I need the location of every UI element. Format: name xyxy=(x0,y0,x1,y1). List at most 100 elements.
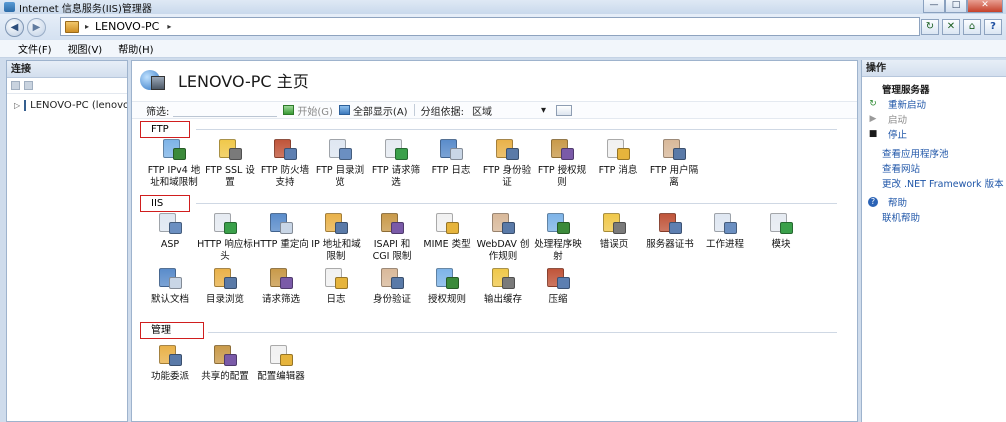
feature-delegation-icon xyxy=(157,344,183,368)
page-title: LENOVO-PC 主页 xyxy=(178,72,309,91)
feature-tile[interactable]: 授权规则 xyxy=(419,267,475,306)
section-divider xyxy=(196,203,837,204)
filter-input[interactable] xyxy=(173,103,278,117)
go-button[interactable]: 开始(G) xyxy=(283,103,333,118)
expand-icon[interactable]: ▷ xyxy=(14,101,20,110)
breadcrumb-chevron-icon[interactable]: ▸ xyxy=(167,22,171,31)
shared-configuration-icon xyxy=(212,344,238,368)
help-icon[interactable]: ? xyxy=(984,19,1002,35)
ftp-messages-icon xyxy=(605,138,631,162)
feature-tile[interactable]: 功能委派 xyxy=(142,344,198,383)
menu-file[interactable]: 文件(F) xyxy=(16,41,54,56)
feature-tile[interactable]: 请求筛选 xyxy=(253,267,309,306)
window-controls: — □ ✕ xyxy=(923,0,1003,13)
connections-header: 连接 xyxy=(7,61,127,78)
ftp-request-filtering-icon xyxy=(383,138,409,162)
feature-tile[interactable]: 处理程序映射 xyxy=(530,212,586,263)
feature-tile-label: WebDAV 创作规则 xyxy=(476,239,530,262)
minimize-button[interactable]: — xyxy=(923,0,945,13)
section-label-ftp[interactable]: FTP xyxy=(140,121,190,138)
feature-tile[interactable]: 共享的配置 xyxy=(197,344,253,383)
feature-tile-label: MIME 类型 xyxy=(423,239,471,250)
feature-tile[interactable]: WebDAV 创作规则 xyxy=(475,212,531,263)
tree-item-server[interactable]: ▷ LENOVO-PC (lenovo xyxy=(7,97,127,114)
isapi-cgi-icon xyxy=(379,212,405,236)
menu-help[interactable]: 帮助(H) xyxy=(116,41,155,56)
save-icon[interactable] xyxy=(24,81,33,90)
output-caching-icon xyxy=(490,267,516,291)
feature-tile[interactable]: 目录浏览 xyxy=(197,267,253,306)
feature-tile[interactable]: FTP 请求筛选 xyxy=(368,138,424,189)
action-label: 查看应用程序池 xyxy=(882,148,949,160)
home-icon[interactable]: ⌂ xyxy=(963,19,981,35)
feature-tile[interactable]: IP 地址和域限制 xyxy=(308,212,364,263)
maximize-button[interactable]: □ xyxy=(945,0,967,13)
feature-tile[interactable]: 配置编辑器 xyxy=(253,344,309,383)
section-label-management[interactable]: 管理 xyxy=(140,322,204,339)
iis-app-icon xyxy=(4,2,15,12)
feature-tile[interactable]: FTP 用户隔离 xyxy=(646,138,702,189)
back-button[interactable]: ◀ xyxy=(5,17,24,37)
connect-icon[interactable] xyxy=(11,81,20,90)
action-item[interactable]: ■ 停止 xyxy=(868,126,1006,141)
section-label-iis[interactable]: IIS xyxy=(140,195,190,212)
action-item[interactable]: ▶ 启动 xyxy=(868,111,1006,126)
feature-tile[interactable]: 错误页 xyxy=(586,212,642,251)
view-mode-icon[interactable] xyxy=(555,104,572,116)
feature-tile[interactable]: FTP 防火墙支持 xyxy=(257,138,313,189)
feature-tile-label: FTP SSL 设置 xyxy=(205,165,255,188)
action-item[interactable]: 查看网站 xyxy=(868,160,1006,175)
feature-tile-label: 日志 xyxy=(326,294,346,305)
forward-button[interactable]: ▶ xyxy=(27,17,46,37)
feature-tile[interactable]: FTP 消息 xyxy=(590,138,646,177)
feature-tile[interactable]: 身份验证 xyxy=(364,267,420,306)
feature-tile-label: FTP 授权规则 xyxy=(537,165,587,188)
breadcrumb-separator-icon[interactable]: ▸ xyxy=(85,22,89,31)
request-filtering-icon xyxy=(268,267,294,291)
feature-tile[interactable]: ASP xyxy=(142,212,198,251)
feature-tile[interactable]: HTTP 响应标头 xyxy=(197,212,253,263)
action-item[interactable]: ? 帮助 xyxy=(868,194,1006,209)
window-title: Internet 信息服务(IIS)管理器 xyxy=(19,3,152,15)
action-label: 联机帮助 xyxy=(882,212,921,224)
action-item[interactable]: 查看应用程序池 xyxy=(868,145,1006,160)
feature-tile-label: 共享的配置 xyxy=(201,371,249,382)
stop-icon[interactable]: ✕ xyxy=(942,19,960,35)
feature-tile[interactable]: 日志 xyxy=(308,267,364,306)
handler-mappings-icon xyxy=(545,212,571,236)
feature-tile[interactable]: FTP 授权规则 xyxy=(534,138,590,189)
feature-tile[interactable]: FTP 日志 xyxy=(423,138,479,177)
feature-tile[interactable]: FTP 身份验证 xyxy=(479,138,535,189)
feature-tile[interactable]: MIME 类型 xyxy=(419,212,475,251)
feature-tile[interactable]: FTP 目录浏览 xyxy=(312,138,368,189)
window-titlebar: Internet 信息服务(IIS)管理器 — □ ✕ xyxy=(0,0,1006,15)
feature-tile[interactable]: 服务器证书 xyxy=(642,212,698,251)
chevron-down-icon: ▾ xyxy=(540,104,546,116)
feature-tile-label: FTP 请求筛选 xyxy=(371,165,421,188)
group-by-select[interactable]: 区域 ▾ xyxy=(468,103,550,118)
close-button[interactable]: ✕ xyxy=(967,0,1003,13)
feature-tile-label: 服务器证书 xyxy=(646,239,694,250)
action-label: 重新启动 xyxy=(888,99,927,111)
feature-tile[interactable]: FTP IPv4 地址和域限制 xyxy=(146,138,202,189)
feature-tile-label: 功能委派 xyxy=(150,371,189,382)
action-item[interactable]: ↻ 重新启动 xyxy=(868,96,1006,111)
feature-tile[interactable]: HTTP 重定向 xyxy=(253,212,309,251)
feature-tile[interactable]: ISAPI 和 CGI 限制 xyxy=(364,212,420,263)
feature-tile[interactable]: 模块 xyxy=(753,212,809,251)
asp-icon xyxy=(157,212,183,236)
breadcrumb-server[interactable]: LENOVO-PC xyxy=(95,20,159,33)
feature-tile[interactable]: 输出缓存 xyxy=(475,267,531,306)
feature-tile[interactable]: 默认文档 xyxy=(142,267,198,306)
breadcrumb[interactable]: ▸ LENOVO-PC ▸ xyxy=(60,17,920,36)
action-item[interactable]: 联机帮助 xyxy=(868,209,1006,224)
feature-tile[interactable]: 压缩 xyxy=(530,267,586,306)
feature-tile[interactable]: FTP SSL 设置 xyxy=(202,138,258,189)
action-item[interactable]: 更改 .NET Framework 版本 xyxy=(868,175,1006,190)
feature-tile[interactable]: 工作进程 xyxy=(697,212,753,251)
webdav-icon xyxy=(490,212,516,236)
refresh-icon[interactable]: ↻ xyxy=(921,19,939,35)
menu-view[interactable]: 视图(V) xyxy=(66,41,105,56)
show-all-button[interactable]: 全部显示(A) xyxy=(338,103,408,118)
feature-tile-label: 压缩 xyxy=(548,294,568,305)
